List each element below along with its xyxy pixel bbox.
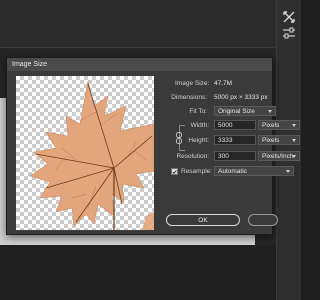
image-preview[interactable] (16, 76, 154, 230)
resample-checkbox[interactable] (171, 168, 178, 175)
resample-value: Automatic (218, 168, 247, 175)
link-chain-icon[interactable] (175, 131, 183, 144)
height-label: Height: (188, 137, 209, 144)
dimensions-label: Dimensions: (171, 94, 207, 101)
chevron-down-icon (292, 139, 296, 142)
sliders-icon[interactable] (282, 26, 296, 40)
fit-to-select[interactable]: Original Size (214, 106, 276, 116)
height-unit-select[interactable]: Pixels (258, 135, 300, 145)
chevron-down-icon (292, 124, 296, 127)
chevron-down-icon (286, 170, 290, 173)
right-toolbar (276, 0, 301, 300)
cancel-button[interactable] (248, 214, 278, 226)
checkmark-icon (172, 169, 177, 174)
expand-arrows-icon[interactable] (282, 10, 296, 24)
image-size-value: 47.7M (214, 80, 233, 87)
resolution-label: Resolution: (176, 153, 209, 160)
width-unit-select[interactable]: Pixels (258, 120, 300, 130)
image-size-label: Image Size: (175, 80, 210, 87)
leaf-image (29, 80, 154, 230)
resample-label: Resample: (181, 168, 213, 175)
height-unit-value: Pixels (262, 137, 280, 144)
resample-select[interactable]: Automatic (214, 166, 294, 176)
dimensions-value: 5000 px × 3333 px (214, 94, 268, 101)
width-label: Width: (190, 122, 209, 129)
chevron-down-icon (292, 155, 296, 158)
height-input[interactable]: 3333 (214, 135, 256, 145)
width-input[interactable]: 5000 (214, 120, 256, 130)
width-unit-value: Pixels (262, 122, 280, 129)
fit-to-label: Fit To: (189, 108, 207, 115)
resolution-input[interactable]: 300 (214, 151, 256, 161)
fit-to-value: Original Size (218, 108, 255, 115)
ok-button[interactable]: OK (166, 214, 240, 226)
photoshop-window: Image Size Image Size: 47.7M Dimensions:… (0, 0, 301, 300)
resolution-unit-value: Pixels/Inch (262, 153, 294, 160)
dialog-title: Image Size (7, 58, 272, 71)
chevron-down-icon (268, 110, 272, 113)
top-bar (0, 0, 300, 48)
bottom-panel (0, 245, 276, 300)
image-size-dialog: Image Size Image Size: 47.7M Dimensions:… (6, 57, 300, 235)
resolution-unit-select[interactable]: Pixels/Inch (258, 151, 300, 161)
